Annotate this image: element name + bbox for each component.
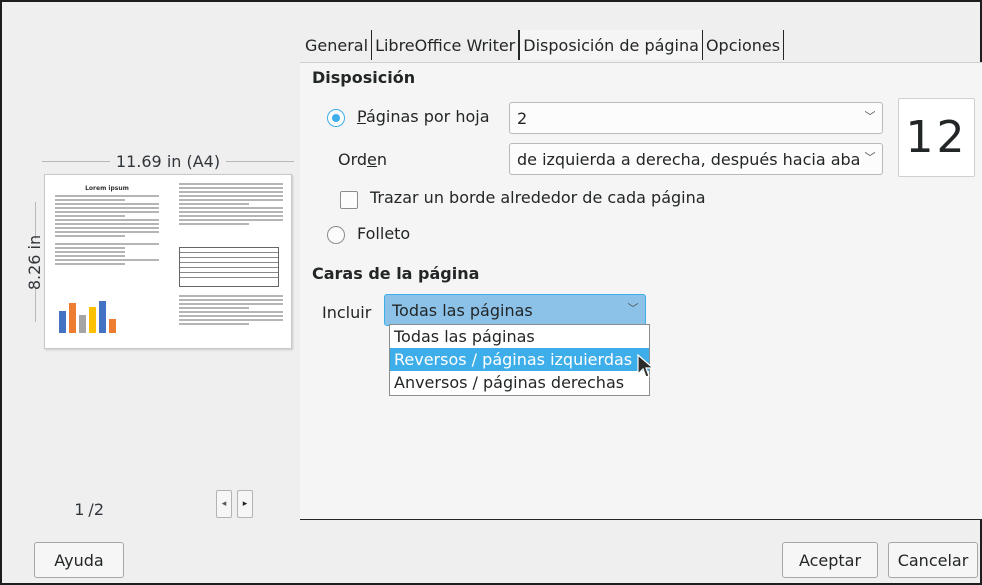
tab-general[interactable]: General bbox=[302, 30, 373, 60]
chevron-left-icon: ◂ bbox=[221, 499, 227, 509]
preview-chart-icon bbox=[59, 299, 129, 333]
chevron-down-icon: ﹀ bbox=[627, 302, 639, 315]
draw-border-checkbox[interactable] bbox=[340, 191, 358, 209]
brochure-radio[interactable] bbox=[327, 226, 345, 244]
pages-per-sheet-label: Páginas por hoja bbox=[357, 107, 490, 126]
tab-page-layout[interactable]: Disposición de página bbox=[519, 30, 703, 60]
layout-heading: Disposición bbox=[312, 68, 416, 87]
include-option-left-pages[interactable]: Reversos / páginas izquierdas bbox=[390, 348, 649, 371]
print-dialog: 11.69 in (A4) 8.26 in Lorem ipsum 1 /2 ◂… bbox=[0, 0, 982, 585]
ok-button[interactable]: Aceptar bbox=[782, 542, 878, 578]
preview-width-label: 11.69 in (A4) bbox=[42, 150, 295, 172]
chevron-down-icon: ﹀ bbox=[864, 110, 876, 123]
preview-page-left: Lorem ipsum bbox=[49, 181, 165, 343]
tab-bar: General LibreOffice Writer Disposición d… bbox=[302, 30, 785, 60]
include-dropdown-list: Todas las páginas Reversos / páginas izq… bbox=[389, 324, 650, 396]
draw-border-label: Trazar un borde alrededor de cada página bbox=[370, 188, 706, 207]
cancel-button[interactable]: Cancelar bbox=[888, 542, 978, 578]
mouse-pointer-icon bbox=[637, 354, 655, 378]
preview-page-number[interactable]: 1 /2 bbox=[64, 495, 104, 523]
pages-per-sheet-radio[interactable] bbox=[327, 109, 345, 127]
include-option-right-pages[interactable]: Anversos / páginas derechas bbox=[390, 371, 649, 394]
previous-page-button[interactable]: ◂ bbox=[216, 490, 232, 518]
order-label: Orden bbox=[338, 150, 388, 169]
page-sides-heading: Caras de la página bbox=[312, 264, 480, 283]
chevron-right-icon: ▸ bbox=[242, 499, 248, 509]
pages-per-sheet-preview: 12 bbox=[898, 98, 975, 177]
page-layout-panel: Disposición Páginas por hoja 2 ﹀ Orden d… bbox=[300, 62, 982, 520]
order-select[interactable]: de izquierda a derecha, después hacia ab… bbox=[509, 143, 883, 175]
preview-table-icon bbox=[179, 247, 279, 287]
next-page-button[interactable]: ▸ bbox=[237, 490, 253, 518]
page-preview: Lorem ipsum bbox=[44, 174, 292, 349]
include-select[interactable]: Todas las páginas ﹀ bbox=[384, 294, 646, 326]
help-button[interactable]: Ayuda bbox=[34, 542, 124, 578]
pages-per-sheet-select[interactable]: 2 ﹀ bbox=[509, 102, 883, 134]
include-label: Incluir bbox=[322, 303, 372, 322]
tab-libreoffice-writer[interactable]: LibreOffice Writer bbox=[372, 30, 520, 60]
preview-page-right bbox=[173, 181, 289, 343]
tab-options[interactable]: Opciones bbox=[703, 30, 785, 60]
brochure-label: Folleto bbox=[357, 224, 411, 243]
chevron-down-icon: ﹀ bbox=[864, 151, 876, 164]
include-option-all[interactable]: Todas las páginas bbox=[390, 325, 649, 348]
